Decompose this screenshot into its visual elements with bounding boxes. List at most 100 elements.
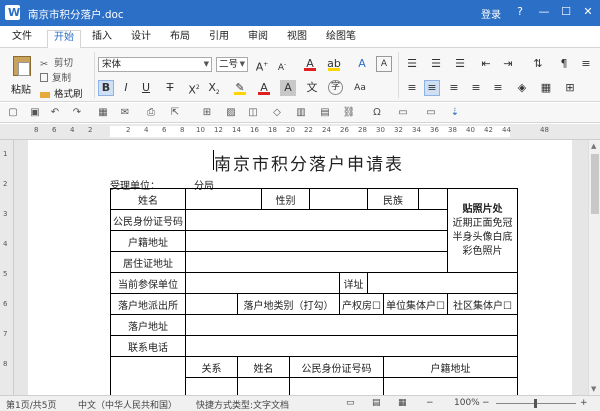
change-case-icon[interactable]: Aa xyxy=(352,80,368,96)
textbox-icon[interactable]: ▤ xyxy=(318,106,332,120)
numbering-icon[interactable]: ☰ xyxy=(428,56,444,72)
align-left-icon[interactable]: ≡ xyxy=(404,80,420,96)
bullets-icon[interactable]: ☰ xyxy=(404,56,420,72)
save-icon[interactable]: ▣ xyxy=(28,106,42,120)
sort-icon[interactable]: ⇅ xyxy=(530,56,546,72)
undo-icon[interactable]: ↶ xyxy=(48,106,62,120)
print-icon[interactable]: ⎙ xyxy=(144,106,158,120)
scroll-down-icon[interactable]: ▼ xyxy=(591,385,596,393)
shading-icon[interactable]: ◈ xyxy=(514,80,530,96)
text-highlight-icon[interactable]: ✎ xyxy=(232,80,248,96)
gender-value[interactable] xyxy=(309,188,368,210)
tab-layout[interactable]: 布局 xyxy=(164,30,196,48)
maximize-button[interactable]: ☐ xyxy=(557,3,575,21)
tab-home[interactable]: 开始 xyxy=(47,30,81,49)
char-shading-icon[interactable]: A xyxy=(280,80,296,96)
tab-file[interactable]: 文件 xyxy=(6,30,38,48)
zoom-plus-icon[interactable]: + xyxy=(580,398,588,408)
new-doc-icon[interactable]: ▢ xyxy=(6,106,20,120)
web-layout-icon[interactable]: ▦ xyxy=(398,398,407,408)
subscript-icon[interactable]: X2 xyxy=(206,80,222,96)
tab-insert[interactable]: 插入 xyxy=(86,30,118,48)
image-icon[interactable]: ▨ xyxy=(224,106,238,120)
shapes-icon[interactable]: ◇ xyxy=(270,106,284,120)
residence-address-value[interactable] xyxy=(185,251,448,273)
strikethrough-icon[interactable]: T xyxy=(162,80,178,96)
name-value[interactable] xyxy=(185,188,262,210)
align-center-icon[interactable]: ≡ xyxy=(424,80,440,96)
print-layout-icon[interactable]: ▤ xyxy=(372,398,381,408)
tab-draw[interactable]: 绘图笔 xyxy=(320,30,362,48)
zoom-slider-thumb[interactable] xyxy=(534,399,537,408)
distribute-icon[interactable]: ≡ xyxy=(490,80,506,96)
char-border-icon[interactable]: A xyxy=(376,56,392,72)
symbol-icon[interactable]: Ω xyxy=(370,106,384,120)
zoom-level[interactable]: 100% xyxy=(454,398,480,408)
more-icon[interactable]: ⇣ xyxy=(448,106,462,120)
grow-font-icon[interactable]: A+ xyxy=(254,57,270,74)
phone-value[interactable] xyxy=(185,335,518,357)
enclose-char-icon[interactable]: 字 xyxy=(328,80,343,95)
redo-icon[interactable]: ↷ xyxy=(70,106,84,120)
chart-icon[interactable]: ▥ xyxy=(294,106,308,120)
tab-view[interactable]: 视图 xyxy=(281,30,313,48)
scrollbar-thumb[interactable] xyxy=(591,154,599,214)
option-property[interactable]: 产权房☐ xyxy=(339,293,384,315)
font-name-select[interactable]: 宋体 ▼ xyxy=(98,57,212,72)
line-spacing-icon[interactable]: ≡ xyxy=(578,56,594,72)
detail-value[interactable] xyxy=(367,272,518,294)
login-link[interactable]: 登录 xyxy=(481,6,501,21)
select-icon[interactable]: ⇱ xyxy=(168,106,182,120)
ethnicity-value[interactable] xyxy=(418,188,448,210)
option-community-collective[interactable]: 社区集体户☐ xyxy=(446,293,518,315)
increase-indent-icon[interactable]: ⇥ xyxy=(500,56,516,72)
close-button[interactable]: ✕ xyxy=(579,3,597,21)
zoom-minus-icon[interactable]: − xyxy=(482,398,490,408)
vertical-scrollbar[interactable]: ▲ ▼ xyxy=(588,140,600,395)
phonetic-icon[interactable]: 文 xyxy=(304,80,320,96)
household-address-value[interactable] xyxy=(185,230,448,252)
page-layout-icon[interactable]: ▭ xyxy=(424,106,438,120)
help-icon[interactable]: ? xyxy=(511,3,529,21)
copy-button[interactable]: 复制 xyxy=(40,70,71,84)
tab-references[interactable]: 引用 xyxy=(203,30,235,48)
highlight-icon[interactable]: ab xyxy=(326,56,342,72)
id-number-value[interactable] xyxy=(185,209,448,231)
read-mode-icon[interactable]: ▭ xyxy=(346,398,355,408)
tab-design[interactable]: 设计 xyxy=(125,30,157,48)
bold-icon[interactable]: B xyxy=(98,80,114,96)
police-station-value[interactable] xyxy=(185,293,238,315)
decrease-indent-icon[interactable]: ⇤ xyxy=(478,56,494,72)
tab-review[interactable]: 审阅 xyxy=(242,30,274,48)
font-size-select[interactable]: 二号 ▼ xyxy=(216,57,248,72)
cut-button[interactable]: ✂ 剪切 xyxy=(40,55,73,70)
zoom-out-icon[interactable]: − xyxy=(426,398,434,408)
minimize-button[interactable]: — xyxy=(535,3,553,21)
scroll-up-icon[interactable]: ▲ xyxy=(591,142,596,150)
show-marks-icon[interactable]: ¶ xyxy=(556,56,572,72)
font-color-icon[interactable]: A xyxy=(256,80,272,96)
paragraph-icon[interactable]: ⊞ xyxy=(562,80,578,96)
page-indicator[interactable]: 第1页/共5页 xyxy=(6,398,57,411)
font-color-icon[interactable]: A xyxy=(302,56,318,72)
paste-button[interactable]: 粘贴 xyxy=(8,54,36,96)
comment-icon[interactable]: ▭ xyxy=(396,106,410,120)
document-page[interactable]: 南京市积分落户申请表 受理单位： 分局 姓名 性别 民族 贴照片处 近期正面免冠… xyxy=(28,140,572,395)
link-icon[interactable]: ⛓ xyxy=(342,106,356,120)
underline-icon[interactable]: U xyxy=(138,80,154,96)
align-right-icon[interactable]: ≡ xyxy=(446,80,462,96)
format-painter-button[interactable]: 格式刷 xyxy=(40,86,83,100)
superscript-icon[interactable]: X2 xyxy=(186,80,202,97)
italic-icon[interactable]: I xyxy=(118,80,134,96)
language-indicator[interactable]: 中文（中华人民共和国） xyxy=(78,398,177,411)
justify-icon[interactable]: ≡ xyxy=(468,80,484,96)
settle-address-value[interactable] xyxy=(185,314,518,336)
insert-table-icon[interactable]: ⊞ xyxy=(200,106,214,120)
option-unit-collective[interactable]: 单位集体户☐ xyxy=(383,293,448,315)
shrink-font-icon[interactable]: A- xyxy=(274,57,290,73)
screenshot-icon[interactable]: ◫ xyxy=(246,106,260,120)
borders-icon[interactable]: ▦ xyxy=(538,80,554,96)
mail-icon[interactable]: ✉ xyxy=(118,106,132,120)
table-icon[interactable]: ▦ xyxy=(96,106,110,120)
insurance-unit-value[interactable] xyxy=(185,272,340,294)
